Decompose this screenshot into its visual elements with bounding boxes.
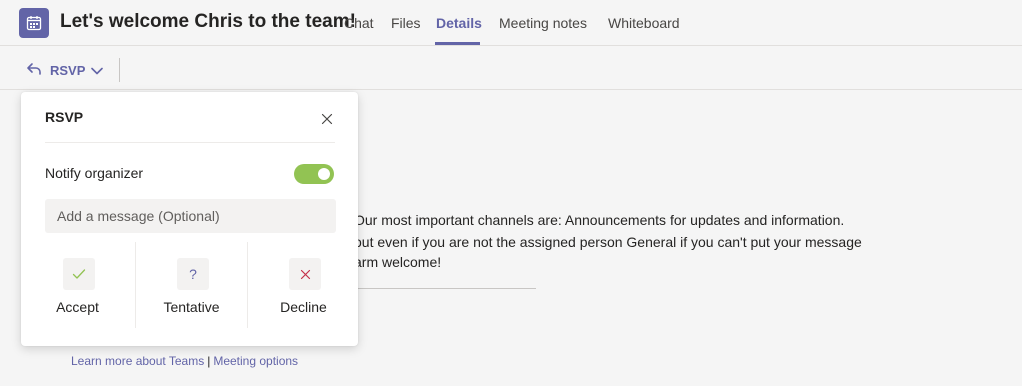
accept-label: Accept	[56, 299, 99, 315]
question-icon: ?	[177, 258, 209, 290]
reply-arrow-icon	[26, 62, 42, 79]
rsvp-panel: RSVP Notify organizer Accept ? Tentative	[21, 92, 358, 346]
panel-divider	[45, 142, 335, 143]
rsvp-panel-title: RSVP	[45, 109, 84, 125]
meeting-options-link[interactable]: Meeting options	[213, 354, 298, 368]
close-icon[interactable]	[317, 109, 337, 129]
decline-label: Decline	[280, 299, 327, 315]
tab-chat[interactable]: Chat	[344, 15, 374, 31]
rsvp-options: Accept ? Tentative Decline	[21, 242, 358, 328]
active-tab-indicator	[435, 42, 480, 45]
check-icon	[63, 258, 95, 290]
toggle-knob	[318, 168, 330, 180]
details-divider	[354, 288, 536, 289]
details-text-line-2: out even if you are not the assigned per…	[354, 234, 862, 250]
chevron-down-icon	[91, 63, 104, 78]
details-text-line-1: Our most important channels are: Announc…	[354, 212, 845, 228]
notify-organizer-toggle[interactable]	[294, 164, 334, 184]
meeting-title: Let's welcome Chris to the team!	[60, 11, 356, 32]
notify-organizer-label: Notify organizer	[45, 165, 144, 181]
tentative-option[interactable]: ? Tentative	[135, 242, 248, 328]
toolbar-divider	[119, 58, 120, 82]
rsvp-button-label: RSVP	[50, 62, 86, 78]
meeting-header: Let's welcome Chris to the team! Chat Fi…	[0, 0, 1022, 46]
learn-more-link[interactable]: Learn more about Teams	[71, 354, 204, 368]
tab-meeting-notes[interactable]: Meeting notes	[499, 15, 587, 31]
tab-details[interactable]: Details	[436, 15, 482, 31]
footer-separator: |	[207, 354, 211, 368]
x-icon	[289, 258, 321, 290]
details-text-line-3: arm welcome!	[354, 254, 442, 270]
question-symbol: ?	[189, 266, 197, 282]
tab-whiteboard[interactable]: Whiteboard	[608, 15, 680, 31]
calendar-icon	[19, 8, 49, 38]
accept-option[interactable]: Accept	[21, 242, 134, 328]
tab-files[interactable]: Files	[391, 15, 421, 31]
toolbar: RSVP	[0, 47, 1022, 90]
tentative-label: Tentative	[163, 299, 220, 315]
decline-option[interactable]: Decline	[247, 242, 360, 328]
rsvp-message-input[interactable]	[45, 199, 336, 233]
rsvp-button[interactable]: RSVP	[26, 60, 104, 80]
footer-links: Learn more about Teams | Meeting options	[71, 354, 298, 368]
